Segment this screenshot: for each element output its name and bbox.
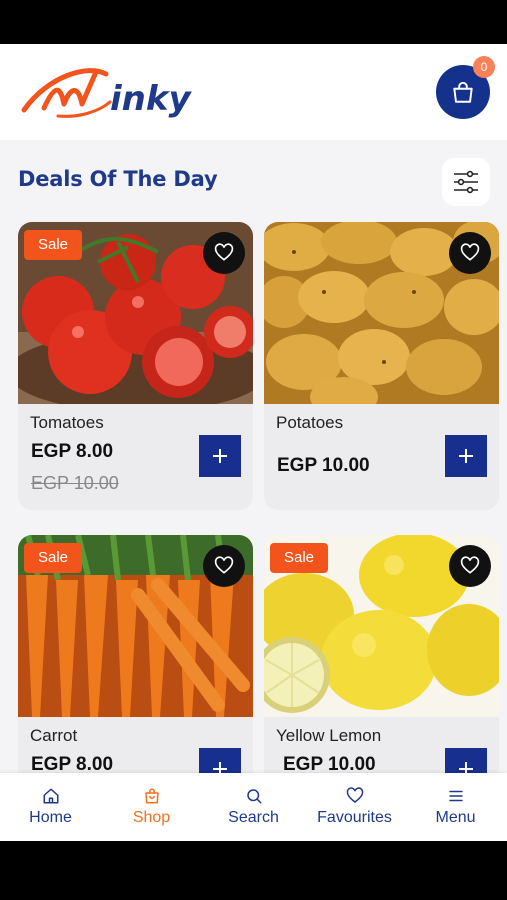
favourite-button[interactable] — [203, 232, 245, 274]
search-icon — [246, 789, 261, 804]
nav-item-favourites[interactable]: Favourites — [304, 773, 405, 841]
add-to-cart-button[interactable] — [199, 435, 241, 477]
heart-icon — [214, 243, 234, 261]
plus-icon — [459, 449, 473, 463]
svg-text:inky: inky — [110, 79, 192, 119]
header: inky 0 — [0, 44, 507, 140]
nav-item-home[interactable]: Home — [0, 773, 101, 841]
nav-item-shop[interactable]: Shop — [101, 773, 202, 841]
product-card-tomatoes[interactable]: Sale Tomatoes EGP 8.00 EGP 10.00 — [18, 222, 253, 510]
shop-bag-icon — [144, 788, 159, 804]
product-old-price: EGP 10.00 — [31, 473, 119, 493]
menu-icon — [448, 790, 463, 802]
bottom-nav: Home Shop Search Favourites Menu — [0, 773, 507, 841]
sale-badge: Sale — [24, 543, 83, 573]
nav-item-menu[interactable]: Menu — [405, 773, 506, 841]
app-screen: inky 0 Deals Of The Day Sale Tomatoes EG… — [0, 44, 507, 841]
favourite-button[interactable] — [449, 545, 491, 587]
nav-label: Search — [228, 809, 279, 826]
plus-icon — [213, 449, 227, 463]
filter-button[interactable] — [442, 158, 490, 206]
heart-icon — [214, 556, 234, 574]
favourite-button[interactable] — [449, 232, 491, 274]
nav-label: Shop — [132, 809, 171, 826]
product-card-potatoes[interactable]: Potatoes EGP 10.00 — [264, 222, 499, 510]
product-name: Potatoes — [276, 413, 344, 432]
product-price: EGP 8.00 — [31, 441, 114, 462]
favourite-button[interactable] — [203, 545, 245, 587]
shopping-bag-icon — [453, 81, 473, 103]
filter-sliders-icon — [454, 170, 478, 194]
heart-icon — [460, 556, 480, 574]
product-price: EGP 10.00 — [277, 455, 370, 476]
cart-count-badge: 0 — [473, 56, 495, 78]
sale-badge: Sale — [24, 230, 83, 260]
nav-item-search[interactable]: Search — [203, 773, 304, 841]
nav-label: Home — [29, 809, 72, 826]
product-name: Yellow Lemon — [276, 726, 382, 745]
heart-icon — [346, 787, 363, 803]
add-to-cart-button[interactable] — [445, 435, 487, 477]
nav-label: Favourites — [317, 809, 392, 826]
home-icon — [43, 788, 58, 804]
product-name: Carrot — [30, 726, 78, 745]
sale-badge: Sale — [270, 543, 329, 573]
heart-icon — [460, 243, 480, 261]
brand-logo[interactable]: inky — [18, 58, 193, 128]
section-title: Deals Of The Day — [18, 167, 218, 191]
product-name: Tomatoes — [30, 413, 104, 432]
nav-label: Menu — [435, 809, 476, 826]
